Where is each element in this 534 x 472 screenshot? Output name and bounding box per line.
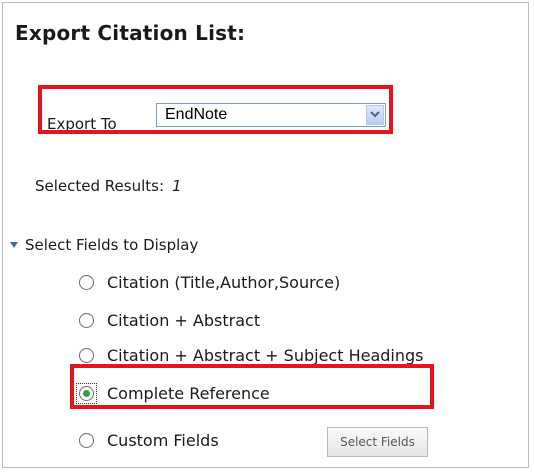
radio-citation-abstract-subject[interactable] [79, 348, 94, 363]
triangle-down-icon [10, 242, 18, 248]
selected-results-count: 1 [172, 177, 182, 195]
select-fields-toggle[interactable]: Select Fields to Display [10, 236, 198, 254]
highlight-box-export [38, 85, 393, 134]
select-fields-button[interactable]: Select Fields [327, 427, 428, 457]
panel-title: Export Citation List: [15, 21, 246, 45]
select-fields-heading: Select Fields to Display [25, 236, 199, 254]
radio-custom-fields[interactable] [79, 433, 94, 448]
option-label: Citation + Abstract + Subject Headings [107, 346, 424, 365]
radio-citation[interactable] [79, 275, 94, 290]
selected-results-label: Selected Results: [35, 177, 165, 195]
radio-citation-abstract[interactable] [79, 313, 94, 328]
option-label: Citation + Abstract [107, 311, 261, 330]
selected-results: Selected Results: 1 [35, 177, 182, 195]
option-label: Custom Fields [107, 431, 219, 450]
highlight-box-complete-reference [70, 364, 434, 409]
option-label: Citation (Title,Author,Source) [107, 273, 341, 292]
